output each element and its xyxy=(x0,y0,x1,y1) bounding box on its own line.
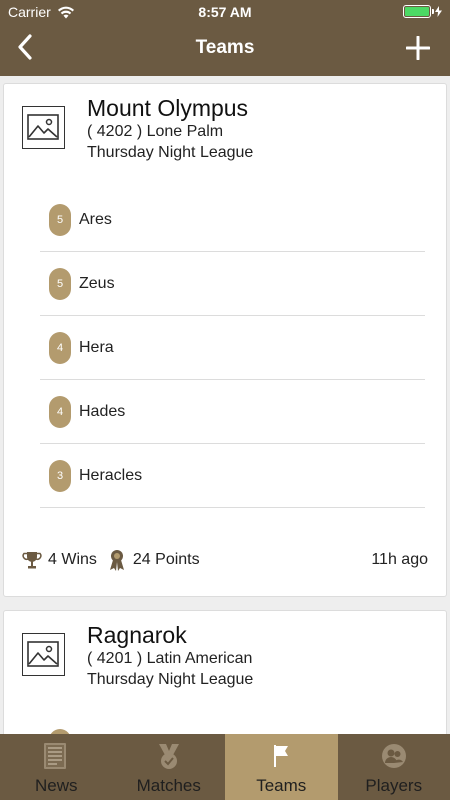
tab-label: Matches xyxy=(136,776,201,795)
player-row[interactable]: 4 Hera xyxy=(40,316,425,380)
tab-bar: News Matches Teams Players xyxy=(0,734,450,800)
trophy-icon xyxy=(22,552,42,569)
tab-players[interactable]: Players xyxy=(338,734,450,800)
image-icon xyxy=(27,114,59,140)
tab-news[interactable]: News xyxy=(0,734,113,800)
points-stat: 24 Points xyxy=(107,549,200,571)
status-bar: Carrier 8:57 AM xyxy=(0,0,450,24)
battery-icon xyxy=(403,5,434,18)
flag-icon xyxy=(274,745,289,767)
player-row[interactable]: 5 Ares xyxy=(40,188,425,252)
battery-indicator xyxy=(403,5,442,18)
top-bar: Carrier 8:57 AM Teams xyxy=(0,0,450,76)
award-ribbon-icon xyxy=(109,550,124,571)
team-stats: 4 Wins 24 Points 11h ago xyxy=(22,548,428,572)
add-team-button[interactable] xyxy=(405,35,431,61)
player-row[interactable]: 5 Zeus xyxy=(40,252,425,316)
player-rank-badge: 4 xyxy=(49,395,71,428)
newspaper-icon xyxy=(44,743,67,769)
tab-label: Players xyxy=(365,776,423,795)
teams-list[interactable]: Mount Olympus ( 4202 ) Lone Palm Thursda… xyxy=(0,76,450,734)
team-name: Ragnarok xyxy=(87,622,187,648)
tab-teams[interactable]: Teams xyxy=(225,734,338,800)
charging-icon xyxy=(435,6,442,17)
wins-label: 4 Wins xyxy=(48,551,97,568)
points-label: 24 Points xyxy=(132,551,200,568)
tab-label: Teams xyxy=(256,776,307,795)
team-name: Mount Olympus xyxy=(87,95,249,121)
team-image-placeholder xyxy=(22,106,65,149)
players-icon xyxy=(381,744,406,768)
player-rank-badge: 3 xyxy=(49,459,71,492)
team-league: Thursday Night League xyxy=(87,671,254,688)
team-location: ( 4201 ) Latin American xyxy=(87,650,253,667)
team-image-placeholder xyxy=(22,633,65,676)
team-card[interactable]: Ragnarok ( 4201 ) Latin American Thursda… xyxy=(3,610,447,734)
team-card[interactable]: Mount Olympus ( 4202 ) Lone Palm Thursda… xyxy=(3,83,447,597)
wins-stat: 4 Wins xyxy=(22,550,97,570)
player-name: Ares xyxy=(79,210,112,228)
tab-label: News xyxy=(34,776,78,795)
image-icon xyxy=(27,641,59,667)
player-rank-badge: 5 xyxy=(49,267,71,300)
tab-matches[interactable]: Matches xyxy=(113,734,226,800)
status-time: 8:57 AM xyxy=(198,4,252,20)
plus-icon xyxy=(405,35,431,61)
player-name: Heracles xyxy=(79,466,143,484)
player-row[interactable]: 4 Hades xyxy=(40,380,425,444)
player-name: Zeus xyxy=(79,274,115,292)
player-row[interactable]: 3 Heracles xyxy=(40,444,425,508)
player-name: Hera xyxy=(79,338,114,356)
updated-time: 11h ago xyxy=(371,551,428,568)
team-location: ( 4202 ) Lone Palm xyxy=(87,123,224,140)
player-rank-badge: 5 xyxy=(49,203,71,236)
player-rank-badge: 4 xyxy=(49,331,71,364)
medal-icon xyxy=(158,744,179,769)
team-league: Thursday Night League xyxy=(87,144,254,161)
player-list: 5 Ares 5 Zeus 4 Hera 4 Hades 3 Heracles xyxy=(40,188,425,508)
player-name: Hades xyxy=(79,402,126,420)
page-title: Teams xyxy=(195,37,255,58)
